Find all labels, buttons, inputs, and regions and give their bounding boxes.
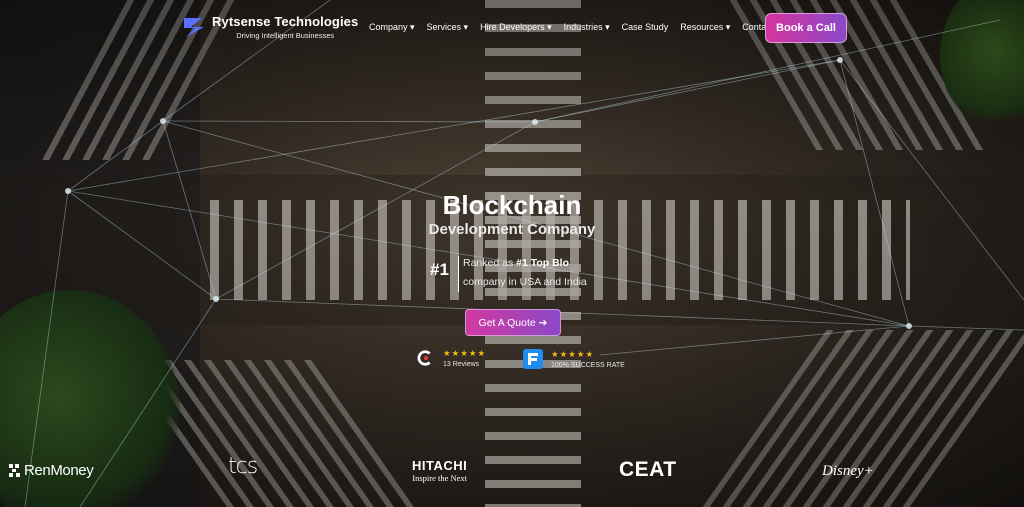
rank-highlight: #1 Top Blo bbox=[516, 257, 570, 269]
renmoney-text: RenMoney bbox=[24, 462, 94, 479]
client-logo-hitachi: HITACHI Inspire the Next bbox=[412, 458, 467, 483]
star-rating: ★★★★★ bbox=[551, 349, 595, 359]
clutch-icon bbox=[417, 350, 431, 366]
hitachi-text: HITACHI bbox=[412, 458, 468, 473]
nav-services[interactable]: Services ▾ bbox=[427, 22, 469, 33]
rank-number: #1 bbox=[430, 260, 449, 279]
rank-divider bbox=[458, 256, 459, 292]
book-a-call-button[interactable]: Book a Call bbox=[765, 13, 847, 43]
review-count: 13 Reviews bbox=[443, 361, 480, 368]
nav-company[interactable]: Company ▾ bbox=[369, 22, 415, 33]
ranking-block: #1 Ranked as #1 Top Blo company in USA a… bbox=[430, 254, 587, 292]
goodfirms-icon bbox=[523, 349, 543, 369]
client-logo-ceat: CEAT bbox=[619, 458, 677, 481]
client-logo-renmoney: RenMoney bbox=[9, 462, 94, 479]
get-a-quote-button[interactable]: Get A Quote ➔ bbox=[465, 309, 561, 336]
nav-hire-developers[interactable]: Hire Developers ▾ bbox=[480, 22, 552, 33]
hitachi-tagline: Inspire the Next bbox=[412, 473, 468, 483]
brand-logo[interactable]: Rytsense Technologies Driving Intelligen… bbox=[182, 14, 358, 40]
hero-title: Blockchain bbox=[442, 190, 582, 220]
nav-industries[interactable]: Industries ▾ bbox=[564, 22, 610, 33]
success-rate: 100% SUCCESS RATE bbox=[551, 362, 625, 369]
brand-name: Rytsense Technologies bbox=[212, 14, 359, 29]
hero-subtitle: Development Company bbox=[428, 221, 596, 238]
rank-prefix: Ranked as bbox=[463, 257, 517, 269]
goodfirms-review[interactable]: ★★★★★ 100% SUCCESS RATE bbox=[523, 349, 625, 369]
star-rating: ★★★★★ bbox=[443, 348, 487, 358]
nav-resources[interactable]: Resources ▾ bbox=[680, 22, 730, 33]
nav-case-study[interactable]: Case Study bbox=[622, 22, 669, 33]
client-logo-tcs: tcs bbox=[228, 454, 258, 479]
main-nav: Company ▾ Services ▾ Hire Developers ▾ I… bbox=[369, 22, 787, 33]
client-logo-disney-plus: Disney+ bbox=[822, 463, 874, 479]
logo-mark-icon bbox=[184, 18, 204, 37]
clutch-review[interactable]: ★★★★★ 13 Reviews bbox=[417, 348, 486, 368]
brand-tagline: Driving Intelligent Businesses bbox=[236, 31, 335, 40]
renmoney-mark-icon bbox=[9, 464, 20, 477]
rank-line2: company in USA and India bbox=[463, 276, 587, 288]
